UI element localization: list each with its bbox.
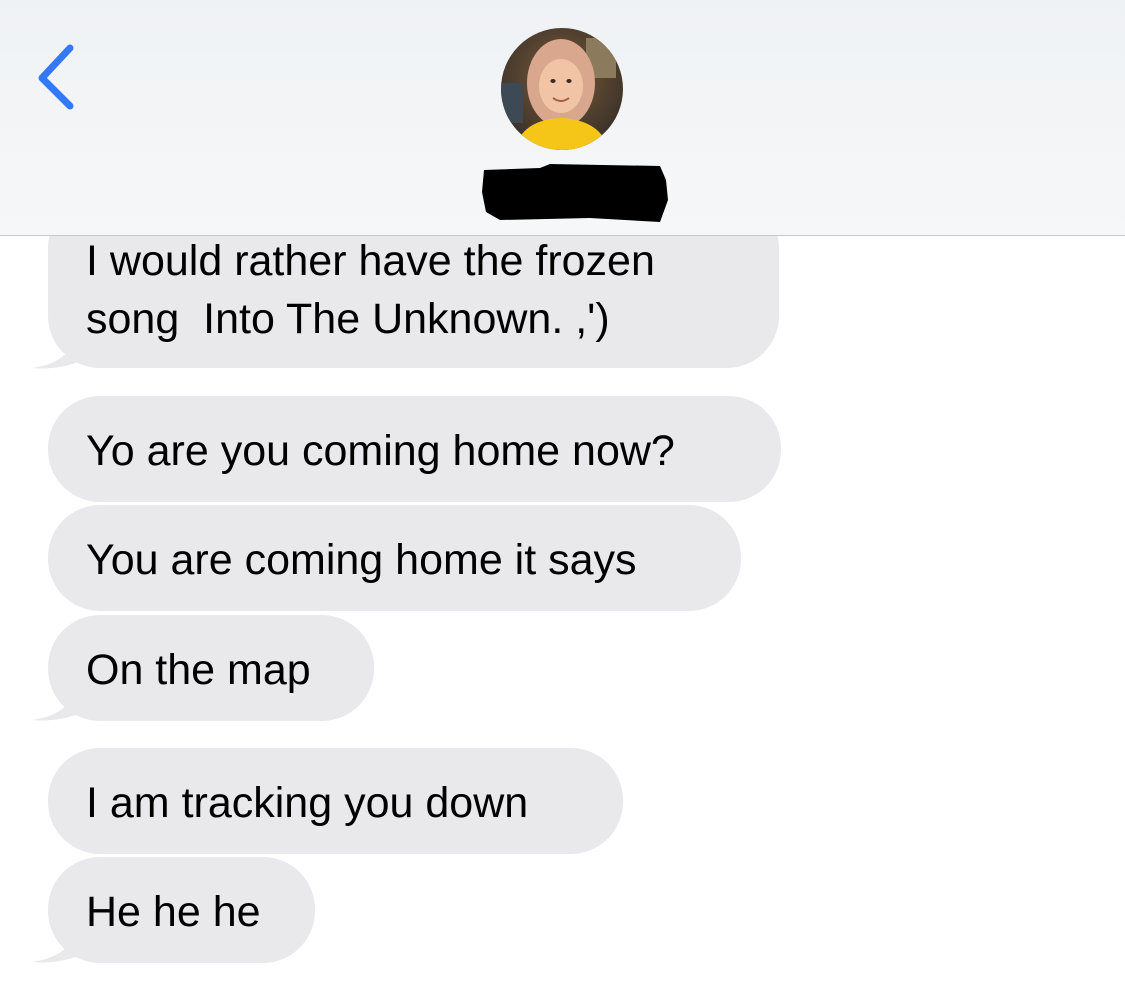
contact-avatar[interactable] <box>501 28 623 150</box>
avatar-photo <box>501 28 623 150</box>
message-bubble-received[interactable]: You are coming home it says <box>48 505 741 611</box>
redaction-mark <box>482 164 668 222</box>
message-bubble-received[interactable]: I am tracking you down <box>48 748 623 854</box>
back-button[interactable] <box>28 40 88 110</box>
messages-screen: I would rather have the frozen song Into… <box>0 0 1125 982</box>
bubble-tail <box>32 682 90 721</box>
bubble-tail <box>32 924 90 963</box>
message-bubble-received[interactable]: Yo are you coming home now? <box>48 396 781 502</box>
contact-name[interactable] <box>470 162 670 224</box>
chevron-left-icon <box>38 44 74 110</box>
message-bubble-received[interactable]: On the map <box>48 615 374 721</box>
bubble-tail <box>32 330 90 369</box>
conversation-header <box>0 0 1125 236</box>
